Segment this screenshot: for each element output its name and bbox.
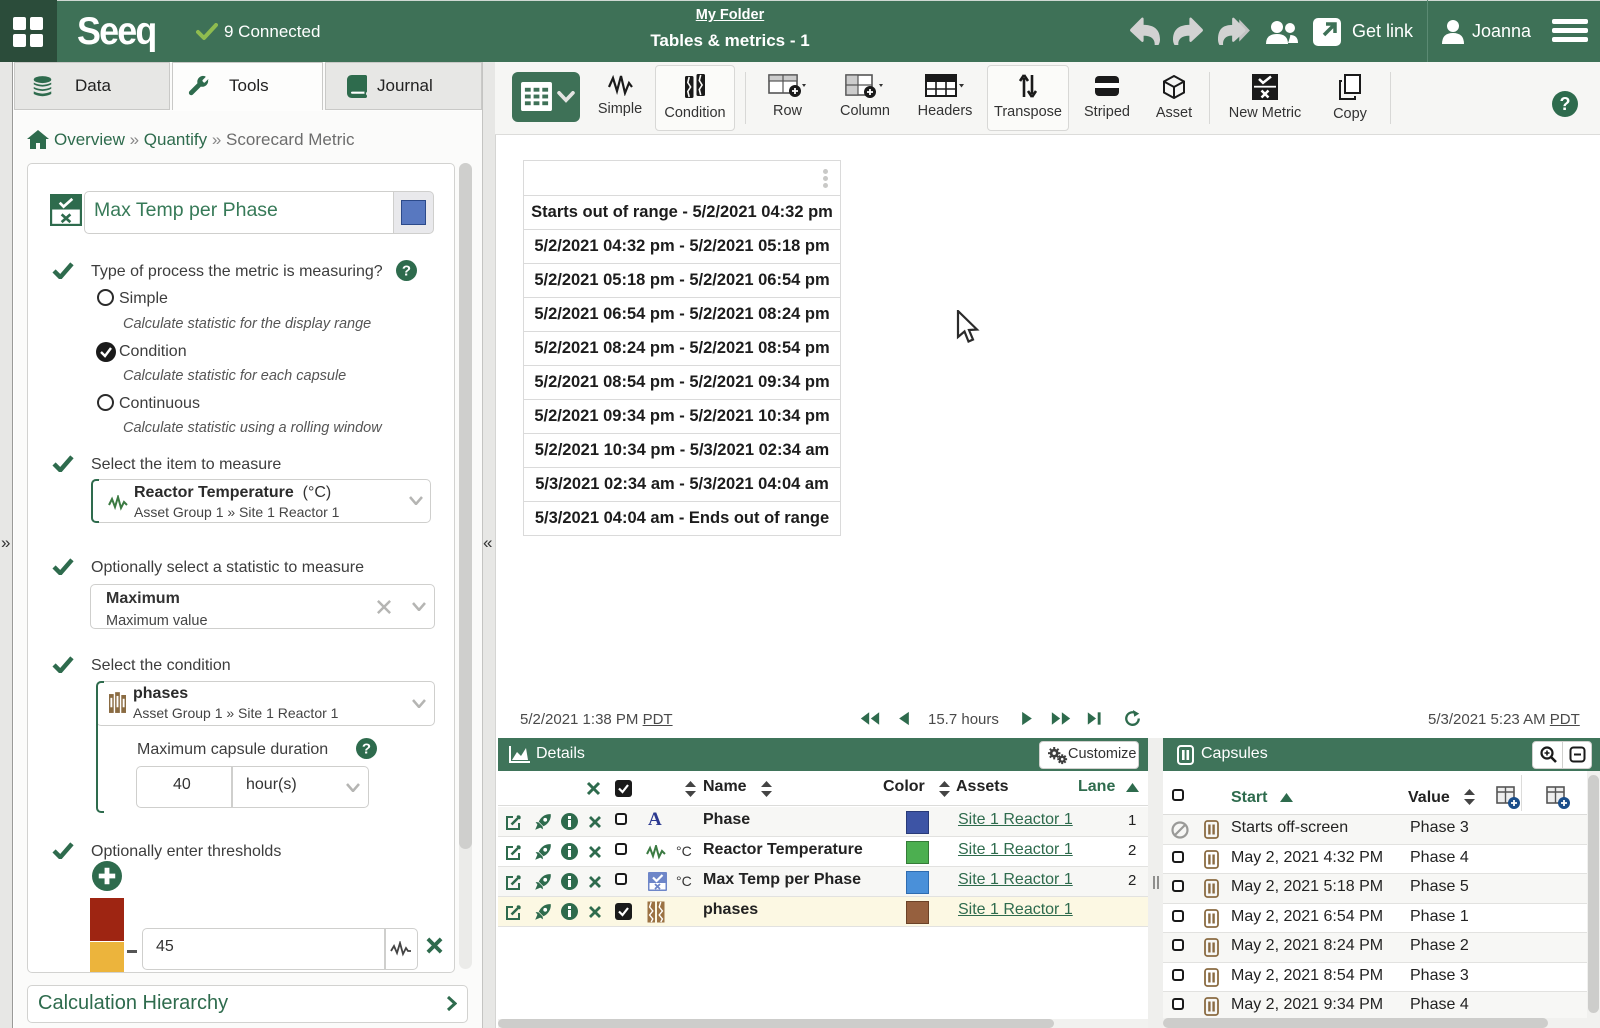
- svg-text:?: ?: [362, 741, 371, 758]
- svg-text:?: ?: [402, 263, 411, 280]
- svg-text:?: ?: [1560, 94, 1571, 114]
